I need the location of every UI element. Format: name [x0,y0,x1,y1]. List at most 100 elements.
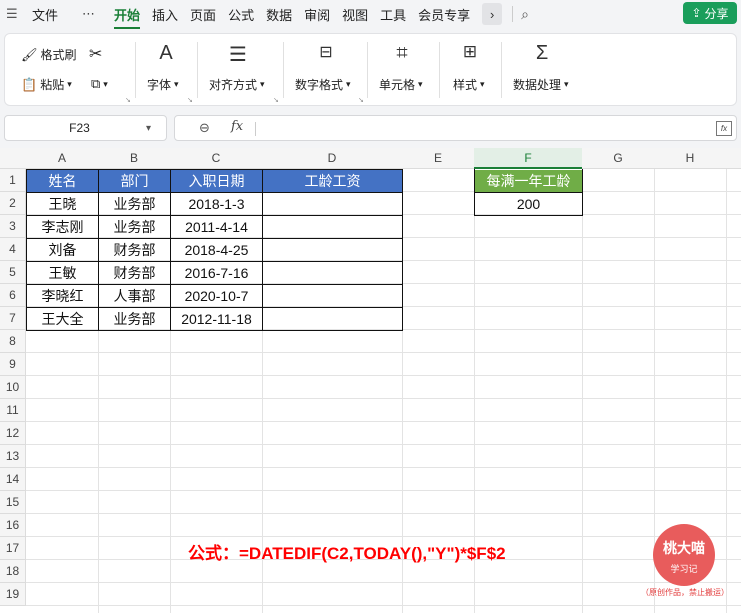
row-header[interactable]: 5 [0,261,26,284]
seniority-pay-cell[interactable] [263,308,402,330]
paste-button[interactable]: 📋 粘贴 ▾ [21,76,72,93]
column-header-h[interactable]: H [654,148,727,169]
align-label: 对齐方式 [209,78,258,92]
hire-date-cell[interactable]: 2020-10-7 [171,285,262,307]
copy-icon: ⧉ [91,76,101,91]
dept-cell[interactable]: 财务部 [99,239,170,261]
dept-cell[interactable]: 业务部 [99,193,170,215]
expand-corner-icon[interactable]: ↘ [273,96,279,104]
row-header[interactable]: 6 [0,284,26,307]
menu-icon[interactable]: ☰ [6,6,26,22]
name-cell[interactable]: 刘备 [27,239,98,261]
name-cell[interactable]: 王晓 [27,193,98,215]
cut-icon[interactable]: ✂ [89,44,102,64]
hire-date-cell[interactable]: 2012-11-18 [171,308,262,330]
row-header[interactable]: 11 [0,399,26,422]
formula-input[interactable]: ⊖ fx fx [174,115,737,141]
seniority-pay-cell[interactable] [263,285,402,307]
zoom-icon[interactable]: ⊖ [199,120,210,136]
hire-date-cell[interactable]: 2018-4-25 [171,239,262,261]
format-painter-icon: 🖌 [21,46,38,62]
row-header[interactable]: 9 [0,353,26,376]
row-header[interactable]: 16 [0,514,26,537]
name-cell[interactable]: 王敏 [27,262,98,284]
seniority-pay-cell[interactable] [263,216,402,238]
seniority-pay-cell[interactable] [263,239,402,261]
name-box[interactable]: F23 ▾ [4,115,167,141]
copy-button[interactable]: ⧉ ▾ [91,76,108,92]
menu-file[interactable]: 文件 [26,5,64,24]
seniority-pay-cell[interactable] [263,262,402,284]
share-button[interactable]: ⇪ 分享 [683,2,737,24]
select-all-corner[interactable] [0,148,27,169]
dept-cell[interactable]: 业务部 [99,308,170,330]
row-header[interactable]: 12 [0,422,26,445]
row-header[interactable]: 18 [0,560,26,583]
tab-data[interactable]: 数据 [260,5,298,24]
dept-cell[interactable]: 财务部 [99,262,170,284]
column-header-e[interactable]: E [402,148,475,169]
expand-corner-icon[interactable]: ↘ [187,96,193,104]
hire-date-cell[interactable]: 2018-1-3 [171,193,262,215]
name-cell[interactable]: 王大全 [27,308,98,330]
tab-review[interactable]: 审阅 [298,5,336,24]
row-header[interactable]: 1 [0,169,26,192]
tab-page[interactable]: 页面 [184,5,222,24]
side-value-cell[interactable]: 200 [475,193,582,215]
row-header[interactable]: 13 [0,445,26,468]
row-header[interactable]: 15 [0,491,26,514]
column-header-a[interactable]: A [26,148,99,169]
chevron-down-icon[interactable]: ▾ [146,123,166,134]
row-header[interactable]: 2 [0,192,26,215]
column-header-g[interactable]: G [582,148,655,169]
data-process-button[interactable]: 数据处理 ▾ [513,76,569,93]
fx-icon[interactable]: fx [231,119,243,134]
row-header[interactable]: 3 [0,215,26,238]
search-icon[interactable]: ⌕ [521,6,529,23]
column-header-b[interactable]: B [98,148,171,169]
more-options-icon[interactable]: ⋯ [64,6,108,22]
hire-date-cell[interactable]: 2011-4-14 [171,216,262,238]
header-cell-hire-date[interactable]: 入职日期 [171,170,262,192]
seniority-pay-cell[interactable] [263,193,402,215]
align-button[interactable]: 对齐方式 ▾ [209,76,265,93]
format-painter-button[interactable]: 🖌 格式刷 [21,46,77,63]
row-header[interactable]: 10 [0,376,26,399]
row-header[interactable]: 17 [0,537,26,560]
tab-home[interactable]: 开始 [108,5,146,29]
row-header[interactable]: 7 [0,307,26,330]
dept-cell[interactable]: 业务部 [99,216,170,238]
side-header-cell[interactable]: 每满一年工龄 [475,170,582,192]
expand-corner-icon[interactable]: ↘ [125,96,131,104]
row-header[interactable]: 14 [0,468,26,491]
header-cell-dept[interactable]: 部门 [99,170,170,192]
chevron-down-icon: ▾ [67,79,72,89]
row-header[interactable]: 4 [0,238,26,261]
spreadsheet-grid[interactable]: A B C D E F G H 1 2 3 4 5 6 7 8 9 10 11 12 13 14 15 16 1… [0,148,741,613]
style-button[interactable]: 样式 ▾ [453,76,485,93]
dept-cell[interactable]: 人事部 [99,285,170,307]
tab-tools[interactable]: 工具 [374,5,412,24]
tab-insert[interactable]: 插入 [146,5,184,24]
tab-member[interactable]: 会员专享 [412,5,476,24]
insert-function-icon[interactable]: fx [716,121,732,136]
row-header[interactable]: 19 [0,583,26,606]
column-header-f[interactable]: F [474,148,583,169]
tab-view[interactable]: 视图 [336,5,374,24]
font-button[interactable]: 字体 ▾ [147,76,179,93]
name-box-value: F23 [69,121,90,135]
number-format-button[interactable]: 数字格式 ▾ [295,76,351,93]
column-header-i[interactable] [726,148,741,169]
header-cell-name[interactable]: 姓名 [27,170,98,192]
cell-button[interactable]: 单元格 ▾ [379,76,423,93]
hire-date-cell[interactable]: 2016-7-16 [171,262,262,284]
tab-formula[interactable]: 公式 [222,5,260,24]
row-header[interactable]: 8 [0,330,26,353]
column-header-d[interactable]: D [262,148,403,169]
chevron-right-icon[interactable]: › [482,3,503,25]
expand-corner-icon[interactable]: ↘ [358,96,364,104]
header-cell-seniority-pay[interactable]: 工龄工资 [263,170,402,192]
name-cell[interactable]: 李晓红 [27,285,98,307]
column-header-c[interactable]: C [170,148,263,169]
name-cell[interactable]: 李志刚 [27,216,98,238]
